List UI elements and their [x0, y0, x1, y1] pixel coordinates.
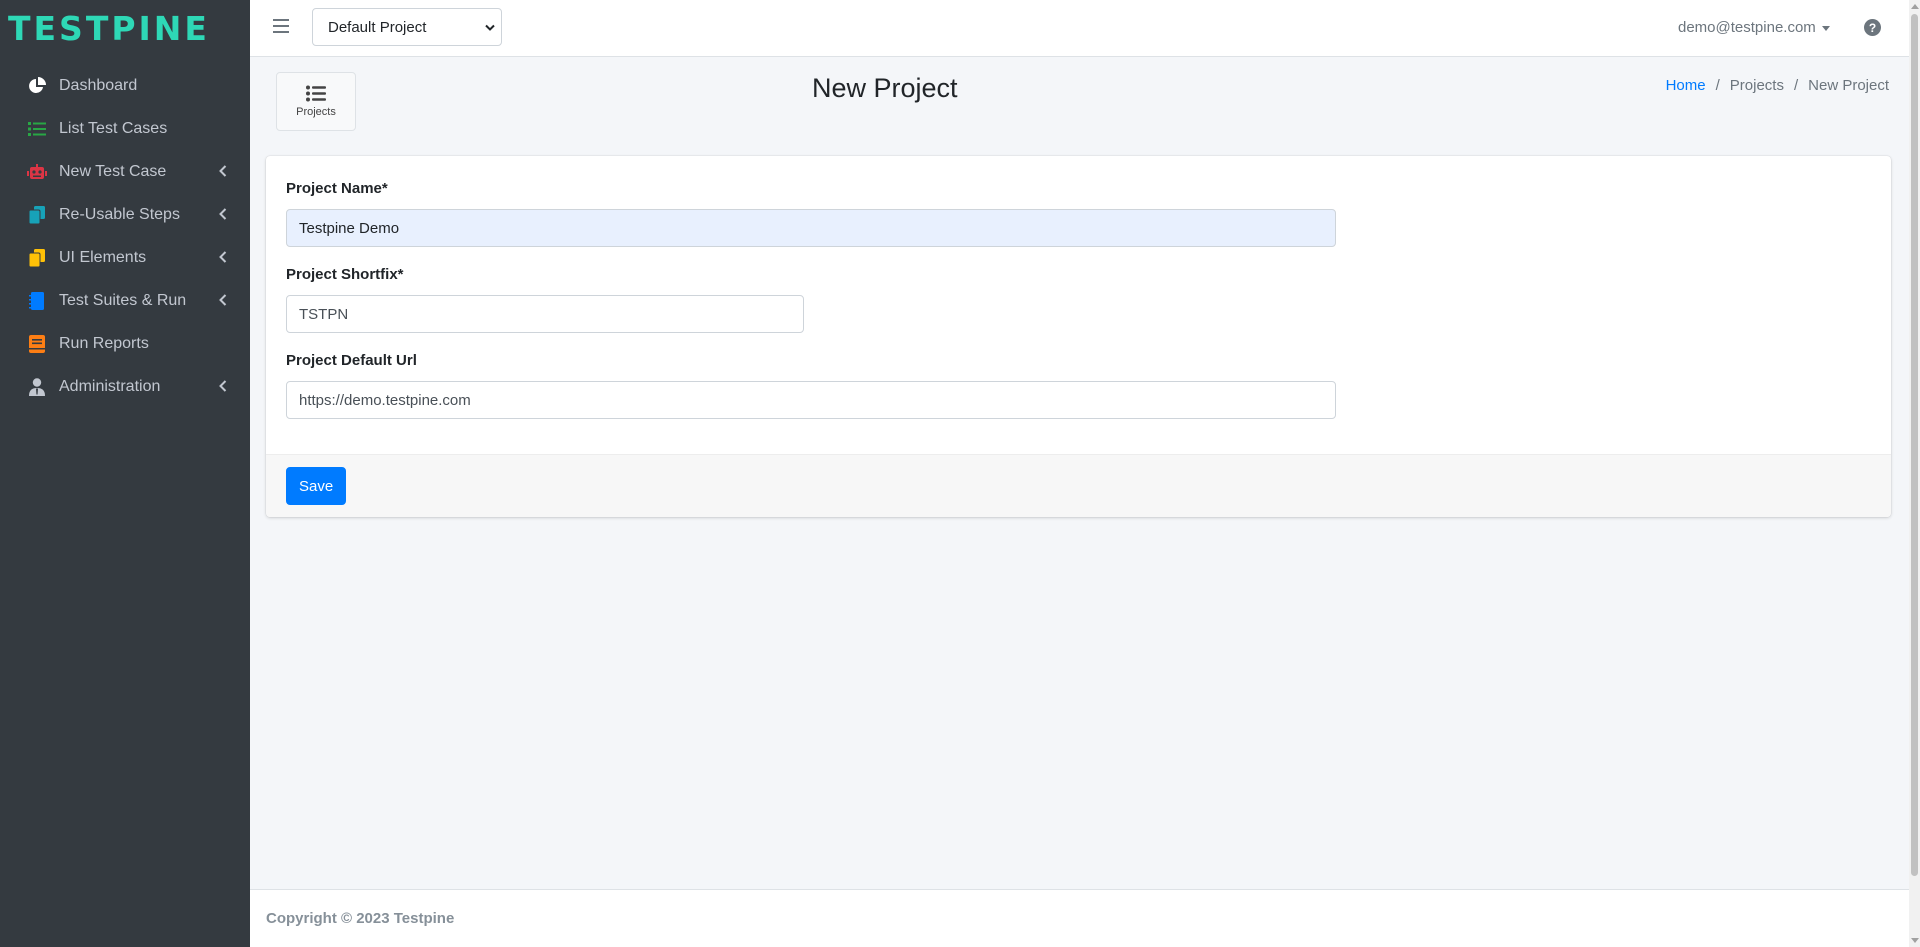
- sidebar-item-label: Dashboard: [59, 76, 138, 94]
- projects-button[interactable]: Projects: [276, 72, 356, 131]
- sidebar-item-run-reports[interactable]: Run Reports: [0, 322, 250, 365]
- project-shortfix-value: TSTPN: [299, 305, 349, 323]
- breadcrumb-separator: /: [1793, 77, 1799, 94]
- top-navbar: Default Project demo@testpine.com ?: [250, 0, 1909, 57]
- brand-logo[interactable]: TESTPINE: [0, 0, 250, 56]
- brand-name: TESTPINE: [8, 8, 210, 48]
- chevron-left-icon: [219, 251, 227, 263]
- project-select-value: Default Project: [328, 18, 427, 36]
- sidebar-item-list-test-cases[interactable]: List Test Cases: [0, 107, 250, 150]
- user-email: demo@testpine.com: [1678, 19, 1816, 36]
- project-name-value: Testpine Demo: [299, 219, 400, 237]
- sidebar-nav: Dashboard List Test Cases New Test Case …: [0, 56, 250, 408]
- sidebar-item-ui-elements[interactable]: UI Elements: [0, 236, 250, 279]
- caret-down-icon: [1821, 25, 1830, 31]
- sidebar-item-test-suites-run[interactable]: Test Suites & Run: [0, 279, 250, 322]
- sidebar-item-label: List Test Cases: [59, 119, 168, 137]
- project-shortfix-label: Project Shortfix*: [286, 266, 404, 283]
- sidebar-item-label: Re-Usable Steps: [59, 205, 180, 223]
- chevron-left-icon: [219, 165, 227, 177]
- user-menu[interactable]: demo@testpine.com: [1678, 19, 1830, 36]
- list-icon: [306, 85, 326, 102]
- project-default-url-label: Project Default Url: [286, 352, 417, 369]
- breadcrumb-separator: /: [1715, 77, 1720, 94]
- chevron-left-icon: [219, 208, 227, 220]
- card-footer: Save: [266, 454, 1891, 517]
- project-select[interactable]: Default Project: [312, 8, 502, 46]
- projects-button-label: Projects: [296, 106, 336, 118]
- sidebar: TESTPINE Dashboard List Test Cases New T…: [0, 0, 250, 947]
- page-footer: Copyright © 2023 Testpine: [250, 889, 1909, 947]
- sidebar-item-administration[interactable]: Administration: [0, 365, 250, 408]
- sidebar-item-label: New Test Case: [59, 162, 167, 180]
- new-project-form-card: Project Name* Testpine Demo Project Shor…: [266, 156, 1891, 517]
- copy-icon: [26, 205, 48, 225]
- project-name-label: Project Name*: [286, 180, 388, 197]
- page-title: New Project: [812, 73, 958, 103]
- copyright-text: Copyright © 2023 Testpine: [266, 910, 455, 927]
- breadcrumb: Home / Projects / New Project: [1666, 77, 1889, 94]
- sidebar-item-label: Test Suites & Run: [59, 291, 187, 309]
- breadcrumb-current: New Project: [1808, 77, 1889, 94]
- project-name-input[interactable]: Testpine Demo: [286, 209, 1336, 247]
- vertical-scrollbar[interactable]: [1909, 0, 1920, 947]
- scrollbar-thumb[interactable]: [1911, 14, 1918, 876]
- breadcrumb-home[interactable]: Home: [1666, 77, 1706, 94]
- sidebar-item-reusable-steps[interactable]: Re-Usable Steps: [0, 193, 250, 236]
- save-button[interactable]: Save: [286, 467, 347, 505]
- user-tie-icon: [26, 377, 48, 397]
- sidebar-item-label: Administration: [59, 377, 161, 395]
- sidebar-item-label: Run Reports: [59, 334, 149, 352]
- menu-toggle-icon[interactable]: [273, 19, 289, 33]
- chevron-left-icon: [219, 380, 227, 392]
- list-icon: [26, 119, 48, 139]
- sidebar-item-label: UI Elements: [59, 248, 147, 266]
- breadcrumb-projects: Projects: [1729, 77, 1784, 94]
- notebook-icon: [26, 291, 48, 311]
- chevron-left-icon: [219, 294, 227, 306]
- project-default-url-input[interactable]: https://demo.testpine.com: [286, 381, 1336, 419]
- chart-pie-icon: [26, 76, 48, 96]
- book-icon: [26, 334, 48, 354]
- project-shortfix-input[interactable]: TSTPN: [286, 295, 804, 333]
- robot-icon: [26, 162, 48, 182]
- scroll-down-icon[interactable]: [1911, 938, 1919, 943]
- copy-icon: [26, 248, 48, 268]
- help-icon[interactable]: ?: [1864, 19, 1881, 36]
- sidebar-item-new-test-case[interactable]: New Test Case: [0, 150, 250, 193]
- project-default-url-value: https://demo.testpine.com: [299, 391, 471, 409]
- scroll-up-icon[interactable]: [1911, 4, 1919, 9]
- chevron-down-icon: [485, 24, 495, 31]
- sidebar-item-dashboard[interactable]: Dashboard: [0, 64, 250, 107]
